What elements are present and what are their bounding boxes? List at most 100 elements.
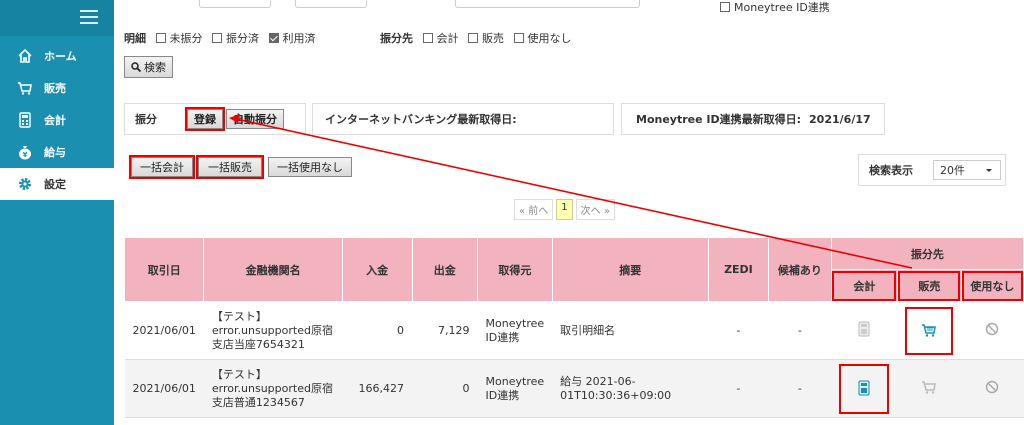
cell-source: Moneytree ID連携: [477, 301, 553, 360]
calculator-icon[interactable]: [839, 363, 890, 414]
per-page-value: 20件: [940, 164, 965, 177]
per-page-label: 検索表示: [869, 164, 913, 177]
source-line: ID連携: [485, 330, 520, 344]
checkbox[interactable]: [268, 33, 279, 43]
source-line: Moneytree: [485, 316, 545, 330]
header-summary[interactable]: 摘要: [551, 237, 709, 302]
sidebar-item-payroll[interactable]: ¥ 給与: [0, 136, 114, 168]
source-line: Moneytree: [485, 374, 545, 388]
header-zedi[interactable]: ZEDI: [707, 237, 770, 302]
summary-line: 01T10:30:36+09:00: [560, 388, 672, 402]
bulk-unused-button[interactable]: 一括使用なし: [268, 157, 352, 177]
prohibited-icon[interactable]: [985, 322, 999, 339]
header-candidate[interactable]: 候補あり: [768, 237, 832, 302]
table-row: 2021/06/01 【テスト】 error.unsupported原宿 支店当…: [124, 301, 1024, 360]
bank-input[interactable]: [455, 0, 640, 8]
sidebar: ホーム 販売 会計 ¥ 給与 設定: [0, 0, 114, 425]
header-dest-accounting: 会計: [830, 269, 898, 302]
transactions-table: 取引日 金融機関名 入金 出金 取得元 摘要 ZEDI 候補あり 振分先 会計 …: [123, 237, 1024, 418]
moneytree-filter[interactable]: Moneytree ID連携: [720, 0, 830, 15]
prohibited-icon[interactable]: [985, 380, 999, 397]
dest-filter-label: 振分先: [380, 32, 413, 45]
sidebar-header: [0, 0, 114, 36]
bulk-accounting-button[interactable]: 一括会計: [129, 155, 195, 179]
search-icon: [131, 62, 141, 72]
source-line: ID連携: [485, 388, 520, 402]
checkbox-label: 未振分: [169, 32, 203, 45]
checkbox-label: 振分済: [226, 32, 259, 45]
cell-dest-sales: [897, 301, 962, 360]
register-button[interactable]: 登録: [185, 107, 225, 131]
detail-filter-label: 明細: [124, 32, 146, 45]
home-icon: [16, 47, 34, 65]
filter-assigned[interactable]: 振分済: [212, 32, 259, 45]
filter-dest-sales[interactable]: 販売: [468, 32, 504, 45]
hamburger-menu-icon[interactable]: [80, 10, 98, 24]
header-date[interactable]: 取引日: [123, 237, 205, 302]
sort-panel: 振分 登録 自動振分: [124, 103, 306, 135]
gear-icon: [16, 175, 34, 193]
cell-dest-sales: [897, 359, 962, 418]
cell-withdraw: 0: [412, 359, 478, 418]
sidebar-item-label: ホーム: [44, 50, 77, 63]
checkbox[interactable]: [513, 33, 524, 43]
table-row: 2021/06/01 【テスト】 error.unsupported原宿 支店普…: [124, 359, 1024, 418]
filter-dest-accounting[interactable]: 会計: [422, 32, 459, 45]
bank-line: 支店当座7654321: [211, 337, 305, 351]
date-to-input[interactable]: [295, 0, 367, 8]
filter-dest-unused[interactable]: 使用なし: [513, 32, 572, 45]
cell-withdraw: 7,129: [412, 301, 478, 360]
sidebar-item-home[interactable]: ホーム: [0, 40, 114, 72]
moneytree-checkbox[interactable]: [720, 2, 730, 12]
checkbox-label: 使用なし: [527, 32, 572, 45]
filter-unassigned[interactable]: 未振分: [155, 32, 203, 45]
cell-source: Moneytree ID連携: [477, 359, 553, 418]
sidebar-item-sales[interactable]: 販売: [0, 72, 114, 104]
prev-page-link[interactable]: « 前へ: [514, 199, 554, 220]
header-withdraw[interactable]: 出金: [411, 237, 479, 302]
filter-used[interactable]: 利用済: [268, 32, 316, 45]
netbank-date-panel: インターネットバンキング最新取得日:: [312, 103, 614, 135]
bulk-sales-button[interactable]: 一括販売: [196, 155, 264, 179]
sidebar-item-label: 設定: [44, 178, 66, 191]
bank-line: error.unsupported原宿: [211, 381, 333, 395]
checkbox-label: 会計: [436, 32, 459, 45]
sidebar-item-accounting[interactable]: 会計: [0, 104, 114, 136]
bank-line: 支店普通1234567: [211, 395, 305, 409]
sidebar-item-label: 給与: [44, 146, 66, 159]
checkbox[interactable]: [155, 33, 166, 43]
sort-label: 振分: [135, 113, 157, 126]
checkbox[interactable]: [422, 33, 433, 43]
moneytree-date-value: 2021/6/17: [809, 112, 871, 126]
checkbox[interactable]: [212, 33, 222, 43]
summary-line: 取引明細名: [560, 323, 616, 337]
cart-icon[interactable]: [905, 306, 954, 355]
next-page-link[interactable]: 次へ »: [575, 199, 615, 220]
current-page[interactable]: 1: [556, 199, 573, 220]
sidebar-item-label: 会計: [44, 114, 66, 127]
bank-line: error.unsupported原宿: [211, 323, 333, 337]
search-button[interactable]: 検索: [124, 56, 173, 78]
header-source[interactable]: 取得元: [477, 237, 553, 302]
cell-date: 2021/06/01: [124, 301, 204, 360]
sidebar-item-settings[interactable]: 設定: [0, 168, 114, 200]
calculator-icon[interactable]: [858, 321, 870, 340]
cell-zedi: -: [708, 301, 769, 360]
moneytree-date-panel: Moneytree ID連携最新取得日: 2021/6/17: [621, 103, 885, 135]
auto-sort-button[interactable]: 自動振分: [226, 109, 284, 129]
header-bank[interactable]: 金融機関名: [203, 237, 343, 302]
cell-deposit: 0: [342, 301, 413, 360]
bank-line: 【テスト】: [211, 367, 267, 381]
checkbox-label: 利用済: [282, 32, 316, 45]
cell-bank: 【テスト】 error.unsupported原宿 支店当座7654321: [203, 301, 343, 360]
per-page-select[interactable]: 20件: [933, 160, 1001, 180]
cart-icon[interactable]: [921, 381, 937, 398]
detail-filter: 明細 未振分 振分済 利用済: [124, 30, 322, 46]
header-dest-unused: 使用なし: [960, 269, 1024, 302]
dest-filter: 振分先 会計 販売 使用なし: [380, 30, 578, 46]
moneytree-filter-label: Moneytree ID連携: [734, 1, 830, 14]
date-from-input[interactable]: [199, 0, 271, 8]
header-deposit[interactable]: 入金: [341, 237, 413, 302]
cell-deposit: 166,427: [342, 359, 413, 418]
checkbox[interactable]: [468, 33, 478, 43]
